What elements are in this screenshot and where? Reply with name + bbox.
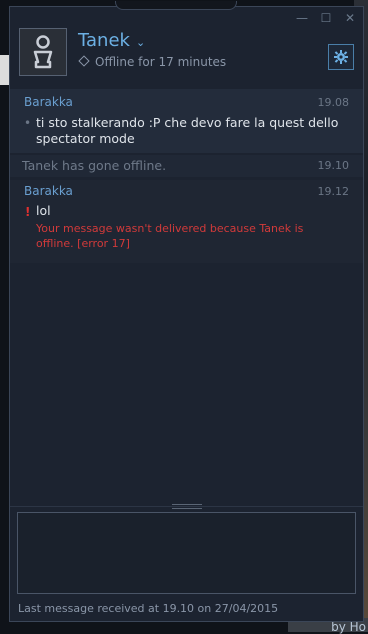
message-text: ti sto stalkerando :P che devo fare la q… <box>36 115 339 146</box>
system-message: Tanek has gone offline. 19.10 <box>10 155 363 177</box>
settings-button[interactable] <box>328 44 354 70</box>
friend-status: Offline for 17 minutes <box>78 55 227 69</box>
message-sender[interactable]: Barakka <box>24 95 73 109</box>
offline-diamond-icon <box>78 55 90 67</box>
last-message-info: Last message received at 19.10 on 27/04/… <box>18 602 279 615</box>
message-text: lol <box>36 203 51 218</box>
default-avatar-icon <box>33 35 53 69</box>
chat-header: Tanek ⌄ Offline for 17 minutes <box>10 7 363 89</box>
chevron-down-icon[interactable]: ⌄ <box>136 36 145 49</box>
warning-icon: ! <box>25 205 31 219</box>
gear-icon <box>334 50 348 64</box>
message-time: 19.12 <box>317 185 350 198</box>
avatar[interactable] <box>19 28 67 76</box>
message-bullet-icon: • <box>24 116 32 130</box>
message-group: Barakka 19.08 • ti sto stalkerando :P ch… <box>10 89 363 153</box>
message-group: Barakka 19.12 ! lol Your message wasn't … <box>10 180 363 263</box>
delivery-error: Your message wasn't delivered because Ta… <box>36 222 304 250</box>
message-log[interactable]: Barakka 19.08 • ti sto stalkerando :P ch… <box>10 89 363 263</box>
grip-icon <box>172 504 202 509</box>
splitter-handle[interactable] <box>10 503 363 511</box>
message-time: 19.10 <box>317 159 350 172</box>
message-input[interactable] <box>17 512 356 594</box>
system-message-text: Tanek has gone offline. <box>22 158 167 173</box>
message-sender[interactable]: Barakka <box>24 184 73 198</box>
status-text: Offline for 17 minutes <box>95 55 227 69</box>
chat-window: — ☐ ✕ Tanek ⌄ Offline for 17 minutes Bar… <box>9 1 364 622</box>
message-time: 19.08 <box>317 96 350 109</box>
friend-name-text: Tanek <box>78 30 130 51</box>
friend-name[interactable]: Tanek ⌄ <box>78 30 145 51</box>
